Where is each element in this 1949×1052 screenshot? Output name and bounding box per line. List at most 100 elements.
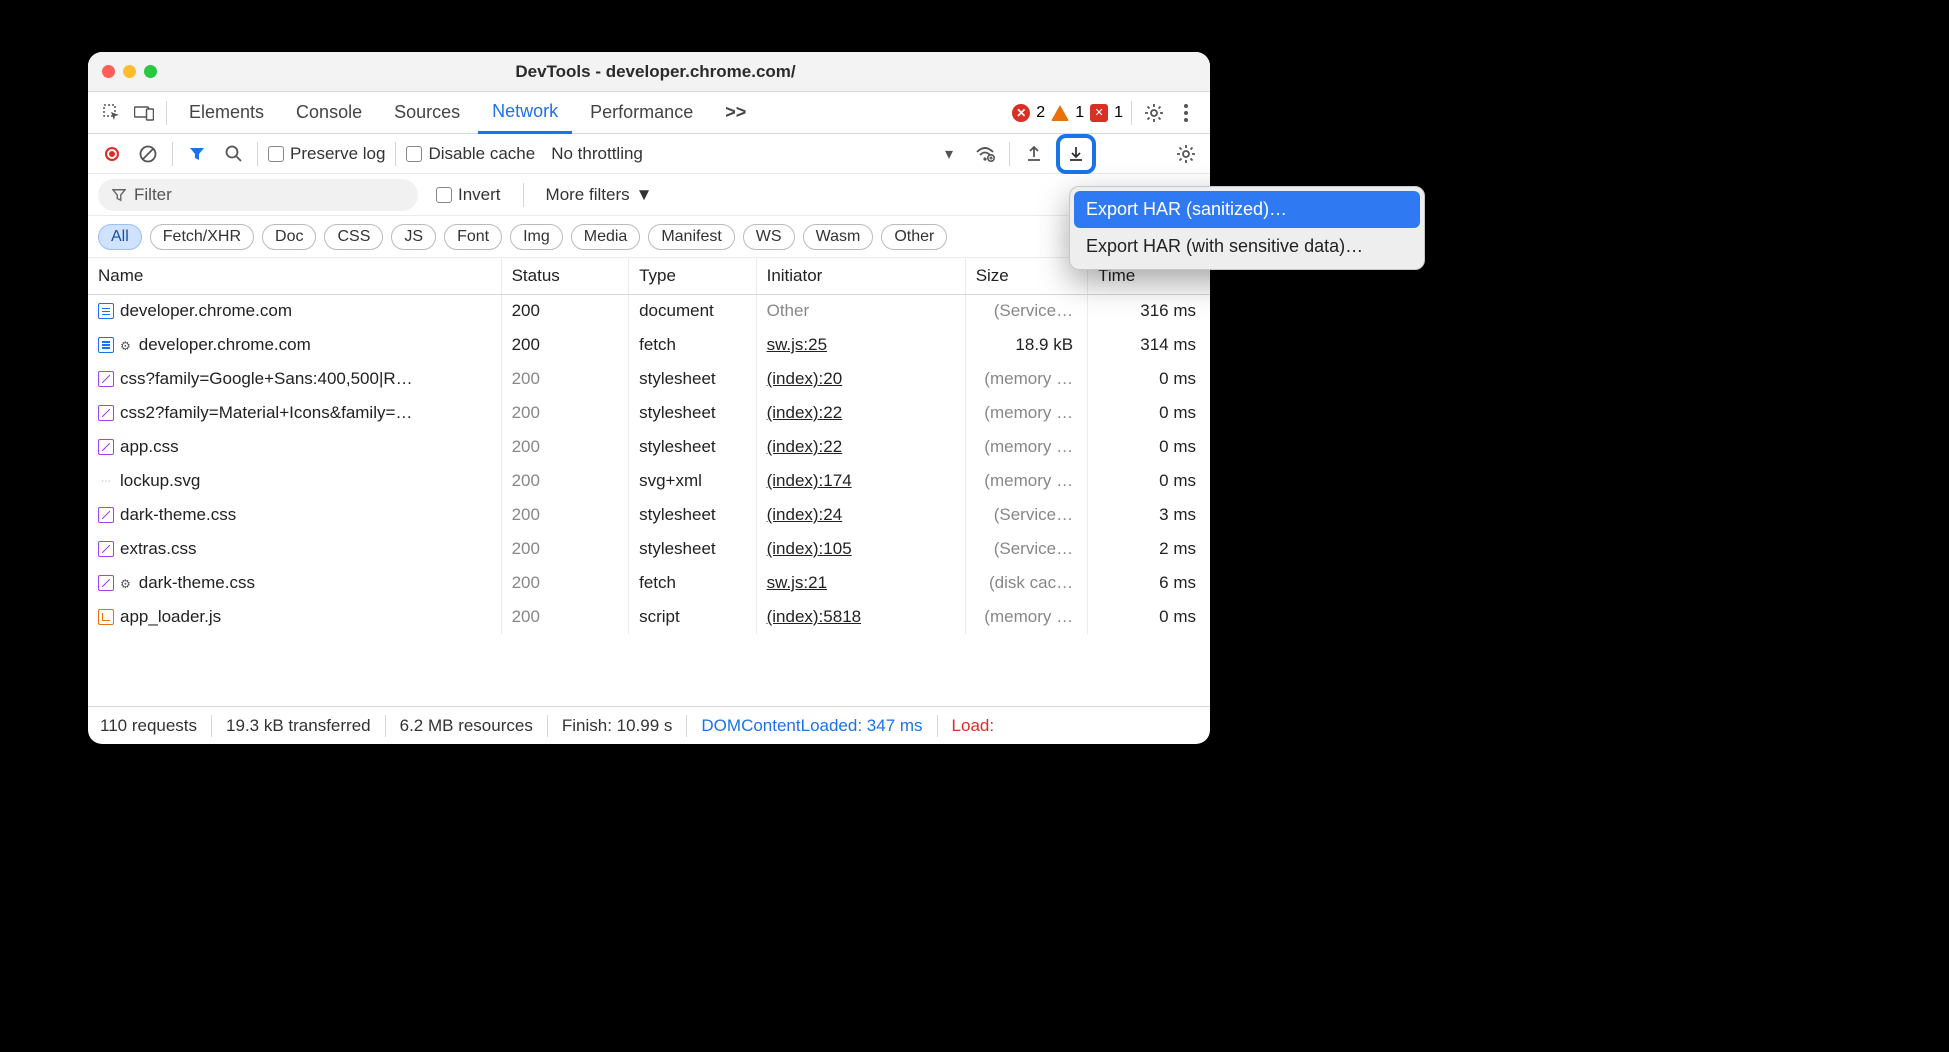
preserve-log-checkbox[interactable]: Preserve log [268,144,385,164]
request-row[interactable]: css2?family=Material+Icons&family=…200st… [88,396,1210,430]
network-toolbar: Preserve log Disable cache No throttling… [88,134,1210,174]
more-options-button[interactable] [1172,99,1200,127]
request-row[interactable]: app_loader.js200script(index):5818(memor… [88,600,1210,634]
network-settings-button[interactable] [1172,140,1200,168]
funnel-icon [112,188,126,202]
network-conditions-icon[interactable] [971,140,999,168]
type-chip-fetch-xhr[interactable]: Fetch/XHR [150,224,254,250]
column-header-initiator[interactable]: Initiator [756,258,965,294]
disable-cache-checkbox[interactable]: Disable cache [406,144,535,164]
column-header-type[interactable]: Type [629,258,757,294]
request-row[interactable]: dark-theme.css200fetchsw.js:21(disk cac…… [88,566,1210,600]
tabs-overflow-button[interactable]: >> [711,92,760,134]
panel-tabstrip: ElementsConsoleSourcesNetworkPerformance… [88,92,1210,134]
export-menu-item[interactable]: Export HAR (with sensitive data)… [1074,228,1420,265]
js-file-icon [98,609,114,625]
doc-file-icon [98,337,114,353]
filter-input[interactable]: Filter [98,179,418,211]
export-har-button[interactable] [1062,140,1090,168]
type-chip-manifest[interactable]: Manifest [648,224,734,250]
throttling-caret-icon[interactable]: ▾ [935,140,963,168]
type-chip-font[interactable]: Font [444,224,502,250]
request-name: developer.chrome.com [120,301,292,321]
initiator-link[interactable]: (index):24 [767,505,843,524]
export-har-button-highlight [1056,134,1096,174]
more-filters-dropdown[interactable]: More filters▼ [546,185,653,205]
clear-button[interactable] [134,140,162,168]
record-button[interactable] [98,140,126,168]
type-chip-img[interactable]: Img [510,224,563,250]
device-toolbar-icon[interactable] [130,99,158,127]
initiator-link[interactable]: sw.js:21 [767,573,827,592]
css-file-icon [98,371,114,387]
column-header-status[interactable]: Status [501,258,629,294]
initiator-link[interactable]: (index):105 [767,539,852,558]
status-finish: Finish: 10.99 s [562,716,673,736]
css-file-icon [98,541,114,557]
import-har-button[interactable] [1020,140,1048,168]
type-chip-doc[interactable]: Doc [262,224,316,250]
initiator-link[interactable]: (index):20 [767,369,843,388]
request-row[interactable]: ⋯lockup.svg200svg+xml(index):174(memory … [88,464,1210,498]
none-file-icon: ⋯ [98,473,114,489]
service-worker-icon [120,335,133,355]
status-domcontentloaded: DOMContentLoaded: 347 ms [701,716,922,736]
request-name: developer.chrome.com [139,335,311,355]
column-header-name[interactable]: Name [88,258,501,294]
devtools-window: DevTools - developer.chrome.com/ Element… [88,52,1210,744]
type-chip-ws[interactable]: WS [743,224,795,250]
export-har-menu: Export HAR (sanitized)…Export HAR (with … [1069,186,1425,270]
initiator-link[interactable]: sw.js:25 [767,335,827,354]
invert-checkbox[interactable]: Invert [436,185,501,205]
export-menu-item[interactable]: Export HAR (sanitized)… [1074,191,1420,228]
status-requests: 110 requests [100,716,197,736]
request-name: extras.css [120,539,197,559]
request-name: lockup.svg [120,471,200,491]
type-chip-all[interactable]: All [98,224,142,250]
type-chip-css[interactable]: CSS [324,224,383,250]
initiator-link[interactable]: (index):174 [767,471,852,490]
request-name: app.css [120,437,179,457]
service-worker-icon [120,573,133,593]
settings-button[interactable] [1140,99,1168,127]
initiator-link[interactable]: (index):5818 [767,607,862,626]
css-file-icon [98,507,114,523]
issue-icon: ✕ [1090,104,1108,122]
close-window-button[interactable] [102,65,115,78]
request-row[interactable]: extras.css200stylesheet(index):105(Servi… [88,532,1210,566]
tab-network[interactable]: Network [478,92,572,134]
throttling-dropdown[interactable]: No throttling [543,144,651,164]
tab-console[interactable]: Console [282,92,376,134]
css-file-icon [98,575,114,591]
filter-bar: Filter Invert More filters▼ [88,174,1210,216]
error-icon: ✕ [1012,104,1030,122]
type-chip-wasm[interactable]: Wasm [803,224,874,250]
request-row[interactable]: css?family=Google+Sans:400,500|R…200styl… [88,362,1210,396]
issue-count: 1 [1114,104,1123,122]
request-row[interactable]: dark-theme.css200stylesheet(index):24(Se… [88,498,1210,532]
inspect-element-icon[interactable] [98,99,126,127]
doc-file-icon [98,303,114,319]
request-name: css?family=Google+Sans:400,500|R… [120,369,413,389]
filter-toggle-button[interactable] [183,140,211,168]
css-file-icon [98,439,114,455]
type-chip-other[interactable]: Other [881,224,947,250]
status-transferred: 19.3 kB transferred [226,716,371,736]
network-statusbar: 110 requests 19.3 kB transferred 6.2 MB … [88,706,1210,744]
request-row[interactable]: app.css200stylesheet(index):22(memory …0… [88,430,1210,464]
status-load: Load: [952,716,995,736]
type-chip-js[interactable]: JS [391,224,436,250]
tab-performance[interactable]: Performance [576,92,707,134]
tab-elements[interactable]: Elements [175,92,278,134]
request-row[interactable]: developer.chrome.com200documentOther(Ser… [88,294,1210,328]
resource-type-filters: All Fetch/XHR Doc CSS JS Font Img Media Manifest… [88,216,1210,258]
type-chip-media[interactable]: Media [571,224,641,250]
tab-sources[interactable]: Sources [380,92,474,134]
warning-icon [1051,105,1069,121]
error-count: 2 [1036,104,1045,122]
console-status[interactable]: ✕2 1 ✕1 [1012,104,1123,122]
initiator-link[interactable]: (index):22 [767,403,843,422]
initiator-link[interactable]: (index):22 [767,437,843,456]
search-button[interactable] [219,140,247,168]
request-row[interactable]: developer.chrome.com200fetchsw.js:2518.9… [88,328,1210,362]
